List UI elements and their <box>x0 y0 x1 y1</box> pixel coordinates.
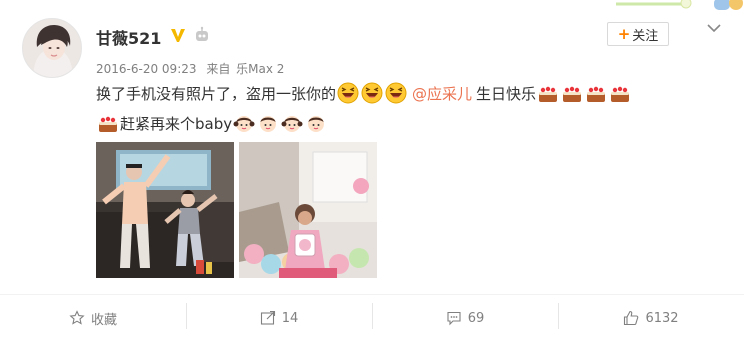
star-icon <box>69 310 85 325</box>
source-prefix: 来自 <box>206 62 231 76</box>
post-timestamp[interactable]: 2016-6-20 09:23 <box>96 62 197 76</box>
cake-emoji-icon <box>611 86 630 102</box>
favorite-label: 收藏 <box>90 312 117 328</box>
action-bar: 收藏 14 69 6132 <box>0 295 744 341</box>
follow-button[interactable]: + 关注 <box>607 22 669 46</box>
baby-girl-emoji-icon <box>233 116 255 132</box>
thumbs-up-icon <box>624 310 639 326</box>
post-text-line-2: 赶紧再来个baby <box>96 112 328 134</box>
follow-label: 关注 <box>632 28 659 44</box>
post-text-part3: 赶紧再来个baby <box>120 114 233 133</box>
post-text-part1: 换了手机没有照片了，盗用一张你的 <box>96 84 337 103</box>
post-photo-1[interactable] <box>96 142 234 278</box>
comment-icon <box>447 311 461 326</box>
laughing-emoji-icon <box>337 82 359 104</box>
cake-emoji-icon <box>563 86 582 102</box>
verified-v-icon <box>171 29 185 42</box>
cake-emoji-icon <box>539 86 558 102</box>
comment-count: 69 <box>467 310 485 326</box>
cake-emoji-icon <box>99 116 117 132</box>
laughing-emoji-icon <box>361 82 383 104</box>
post-meta: 2016-6-20 09:23 来自 乐Max 2 <box>96 60 290 77</box>
post-text-line-1: 换了手机没有照片了，盗用一张你的 @应采儿 生日快乐 <box>96 82 632 104</box>
avatar-image <box>23 19 81 77</box>
robot-badge-icon <box>196 26 208 41</box>
post-photo-2[interactable] <box>239 142 377 278</box>
laughing-emoji-icon <box>385 82 407 104</box>
like-count: 6132 <box>645 310 679 326</box>
post-text-part2: 生日快乐 <box>476 84 537 103</box>
weibo-post-card: 甘薇521 + 关注 2016-6-20 09:23 来自 乐Max 2 换了手… <box>0 0 744 341</box>
cake-emoji-icon <box>587 86 606 102</box>
username[interactable]: 甘薇521 <box>96 25 161 49</box>
birthday-photo <box>239 142 377 278</box>
chevron-down-icon[interactable] <box>706 20 722 36</box>
mention-link[interactable]: @应采儿 <box>412 83 472 104</box>
like-button[interactable]: 6132 <box>558 295 744 341</box>
repost-icon <box>260 310 275 325</box>
baby-girl-emoji-icon <box>281 116 303 132</box>
repost-button[interactable]: 14 <box>186 295 372 341</box>
header-decoration-icon <box>616 0 743 10</box>
dancing-photo <box>96 142 234 278</box>
repost-count: 14 <box>281 310 299 326</box>
comment-button[interactable]: 69 <box>372 295 558 341</box>
baby-boy-emoji-icon <box>260 116 277 132</box>
favorite-button[interactable]: 收藏 <box>0 295 186 341</box>
baby-boy-emoji-icon <box>308 116 325 132</box>
avatar[interactable] <box>22 18 82 78</box>
source-device[interactable]: 乐Max 2 <box>236 62 284 76</box>
plus-icon: + <box>617 24 631 43</box>
